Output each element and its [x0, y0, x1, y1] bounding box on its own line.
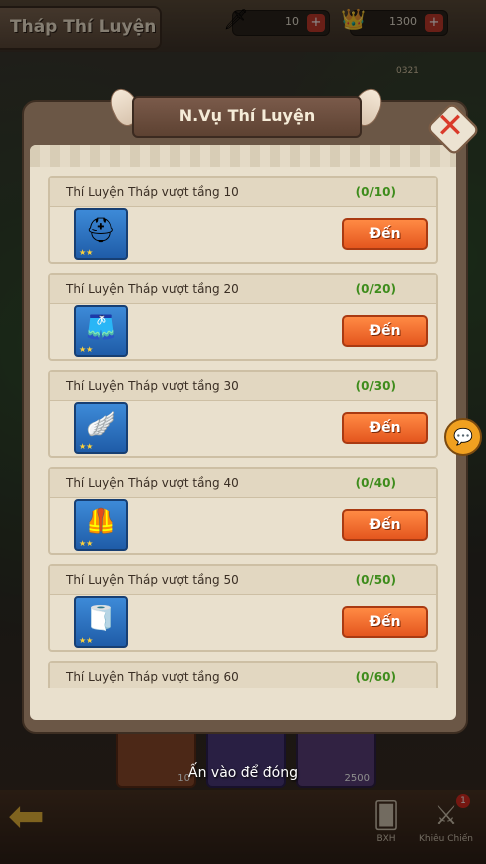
dialog-body-stripe	[30, 145, 456, 167]
reward-stars: ★★	[79, 539, 94, 548]
task-progress: (0/20)	[355, 282, 396, 296]
go-button[interactable]: Đến	[342, 606, 428, 638]
dialog-header: N.Vụ Thí Luyện	[132, 96, 362, 138]
chat-icon[interactable]: 💬	[444, 418, 482, 456]
task-list[interactable]: Thí Luyện Tháp vượt tầng 10 (0/10) ⛑ ★★ …	[48, 176, 438, 688]
task-name: Thí Luyện Tháp vượt tầng 20	[66, 282, 239, 296]
task-item: Thí Luyện Tháp vượt tầng 30 (0/30) 🪽 ★★ …	[48, 370, 438, 458]
helmet-icon[interactable]: ⛑ ★★	[74, 208, 128, 260]
task-item: Thí Luyện Tháp vượt tầng 50 (0/50) 🧻 ★★ …	[48, 564, 438, 652]
pants-icon[interactable]: 🩳 ★★	[74, 305, 128, 357]
go-button[interactable]: Đến	[342, 509, 428, 541]
close-icon[interactable]: ✕	[426, 104, 474, 148]
task-header: Thí Luyện Tháp vượt tầng 20 (0/20)	[50, 275, 436, 304]
task-progress: (0/40)	[355, 476, 396, 490]
go-button[interactable]: Đến	[342, 315, 428, 347]
task-progress: (0/10)	[355, 185, 396, 199]
task-name: Thí Luyện Tháp vượt tầng 30	[66, 379, 239, 393]
dialog-title: N.Vụ Thí Luyện	[178, 106, 316, 125]
task-name: Thí Luyện Tháp vượt tầng 60	[66, 670, 239, 684]
task-header: Thí Luyện Tháp vượt tầng 10 (0/10)	[50, 178, 436, 207]
reward-stars: ★★	[79, 345, 94, 354]
reward-stars: ★★	[79, 442, 94, 451]
task-name: Thí Luyện Tháp vượt tầng 40	[66, 476, 239, 490]
task-item: Thí Luyện Tháp vượt tầng 40 (0/40) 🦺 ★★ …	[48, 467, 438, 555]
wing-icon[interactable]: 🪽 ★★	[74, 402, 128, 454]
task-header: Thí Luyện Tháp vượt tầng 50 (0/50)	[50, 566, 436, 595]
task-header: Thí Luyện Tháp vượt tầng 40 (0/40)	[50, 469, 436, 498]
task-item: Thí Luyện Tháp vượt tầng 60 (0/60)	[48, 661, 438, 688]
task-progress: (0/50)	[355, 573, 396, 587]
loincloth-icon[interactable]: 🧻 ★★	[74, 596, 128, 648]
task-progress: (0/30)	[355, 379, 396, 393]
go-button[interactable]: Đến	[342, 412, 428, 444]
task-header: Thí Luyện Tháp vượt tầng 60 (0/60)	[50, 663, 436, 688]
reward-stars: ★★	[79, 248, 94, 257]
reward-stars: ★★	[79, 636, 94, 645]
task-item: Thí Luyện Tháp vượt tầng 10 (0/10) ⛑ ★★ …	[48, 176, 438, 264]
task-item: Thí Luyện Tháp vượt tầng 20 (0/20) 🩳 ★★ …	[48, 273, 438, 361]
go-button[interactable]: Đến	[342, 218, 428, 250]
task-header: Thí Luyện Tháp vượt tầng 30 (0/30)	[50, 372, 436, 401]
armor-icon[interactable]: 🦺 ★★	[74, 499, 128, 551]
task-progress: (0/60)	[355, 670, 396, 684]
close-hint[interactable]: Ấn vào để đóng	[0, 765, 486, 781]
task-name: Thí Luyện Tháp vượt tầng 10	[66, 185, 239, 199]
task-name: Thí Luyện Tháp vượt tầng 50	[66, 573, 239, 587]
